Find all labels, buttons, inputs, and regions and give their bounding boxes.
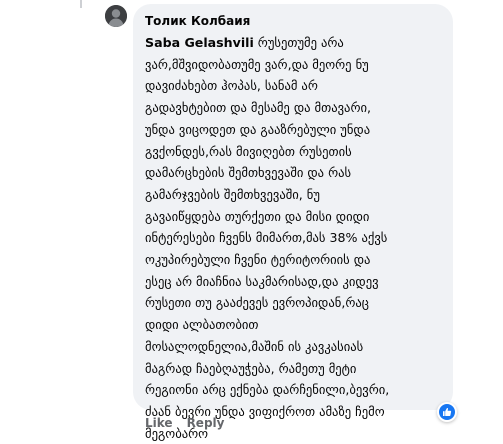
comment-line: მაგრად ჩაებღაუჭება, რამეთუ მეტი bbox=[145, 360, 357, 376]
comment-line: დამარცხების შემთხვევაში და რას bbox=[145, 165, 352, 181]
comment-actions: Like Reply bbox=[145, 414, 238, 432]
comment-line: გამარჯვების შემთხვევაში, ნუ bbox=[145, 186, 320, 202]
comment-line: გვქონდეს,რას მივიღებთ რუსეთის bbox=[145, 143, 352, 159]
comment-line: გადავხტებით და მესამე და მთავარი, bbox=[145, 100, 371, 116]
comment-line: დავიძახებთ ჰოპას, სანამ არ bbox=[145, 78, 318, 94]
comment-author[interactable]: Толик Колбаия bbox=[145, 13, 441, 29]
comment-line: რეგიონი არც ექნება დარჩენილი,ბევრი, bbox=[145, 382, 390, 398]
comment-line: უნდა ვიცოდეთ და გააზრებული უნდა bbox=[145, 121, 371, 137]
comment-line: ოკუპირებული ჩვენი ტერიტორიის და bbox=[145, 252, 371, 268]
mention-link[interactable]: Saba Gelashvili bbox=[145, 35, 254, 50]
like-icon bbox=[443, 407, 452, 416]
reaction-badge[interactable] bbox=[437, 402, 457, 422]
comment-line: რუსეთუმე არა bbox=[257, 35, 344, 50]
comment-body: Saba Gelashvili რუსეთუმე არა ვარ,მშვიდობ… bbox=[145, 32, 441, 444]
comment-line: მოსალოდნელია,მაშინ ის კავკასიას bbox=[145, 338, 364, 354]
comment-bubble: Толик Колбаия Saba Gelashvili რუსეთუმე ა… bbox=[133, 4, 453, 441]
thread-line bbox=[80, 0, 82, 8]
reply-button[interactable]: Reply bbox=[187, 416, 225, 430]
comment-line: ესეც არ მიაჩნია საკმარისად,და კიდევ bbox=[145, 273, 379, 289]
comment-line: დიდი ალბათობით bbox=[145, 317, 259, 333]
comment-line: ვარ,მშვიდობათუმე ვარ,და მეორე ნუ bbox=[145, 56, 369, 72]
comment-line: ინტერესები ჩვენს მიმართ,მას 38% აქვს bbox=[145, 230, 388, 246]
comment-first-line: Saba Gelashvili რუსეთუმე არა bbox=[145, 32, 441, 54]
avatar-image bbox=[105, 5, 127, 27]
comment-line: გავაიწყდება თურქეთი და მისი დიდი bbox=[145, 208, 370, 224]
comment-line: რუსეთი თუ გააძევეს ევროპიდან,რაც bbox=[145, 295, 369, 311]
like-reaction bbox=[439, 404, 455, 420]
avatar[interactable] bbox=[105, 5, 127, 27]
like-button[interactable]: Like bbox=[145, 416, 173, 430]
